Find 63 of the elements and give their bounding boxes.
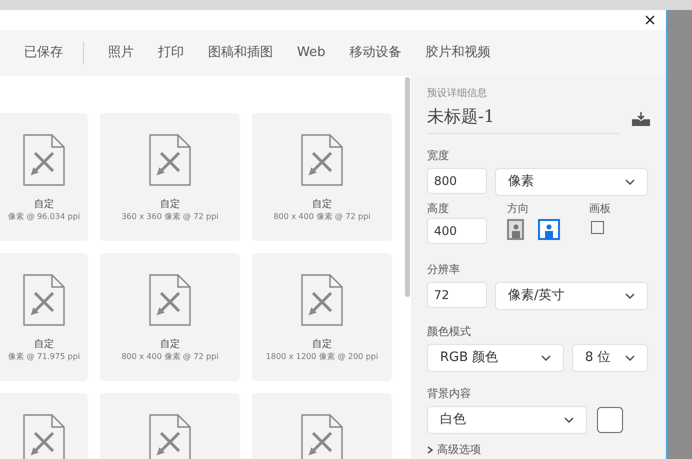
preset-size: 800 x 400 像素 @ 72 ppi <box>121 351 219 363</box>
close-icon <box>645 15 655 25</box>
preset-tab[interactable]: 图稿和插图 <box>196 30 285 76</box>
unit-dropdown[interactable]: 像素/英寸 <box>495 282 648 310</box>
select-value: 白色 <box>440 410 466 429</box>
select-value: RGB 颜色 <box>440 348 498 367</box>
portrait-button[interactable] <box>507 218 524 240</box>
preset-card[interactable]: 自定 像素 @ 96.034 ppi <box>0 113 88 241</box>
field-label: 高度 <box>427 202 450 216</box>
preset-tab[interactable]: 移动设备 <box>337 30 414 76</box>
height-input[interactable]: 400 <box>427 218 487 244</box>
chevron-down-icon <box>625 292 635 298</box>
landscape-button[interactable] <box>538 218 560 240</box>
field-label: 背景内容 <box>427 386 471 400</box>
bit-depth-dropdown[interactable]: 8 位 <box>572 344 648 372</box>
document-name-field[interactable]: 未标题-1 <box>427 105 619 134</box>
background-dropdown[interactable]: 白色 <box>427 406 587 434</box>
unit-dropdown[interactable]: 像素 <box>495 168 648 196</box>
preset-title: 自定 <box>312 198 332 211</box>
preset-card[interactable]: 自定 800 x 400 像素 @ 72 ppi <box>100 253 240 381</box>
color-swatch[interactable] <box>597 406 623 432</box>
preset-card[interactable]: 自定 像素 @ 71.975 ppi <box>0 253 88 381</box>
preset-title: 自定 <box>312 338 332 351</box>
preset-size: 360 x 360 像素 @ 72 ppi <box>121 211 219 223</box>
chevron-right-icon <box>427 446 433 454</box>
person-icon <box>545 224 553 238</box>
panel-heading: 预设详细信息 <box>427 86 488 101</box>
preset-card[interactable]: 自定 360 x 360 像素 @ 72 ppi <box>100 113 240 241</box>
select-value: 像素/英寸 <box>508 286 564 305</box>
resolution-input[interactable]: 72 <box>427 282 487 308</box>
preset-tab[interactable]: 打印 <box>146 30 196 76</box>
field-label: 方向 <box>507 202 530 216</box>
preset-size: 1800 x 1200 像素 @ 200 ppi <box>266 351 378 363</box>
artboard-checkbox[interactable] <box>591 220 604 234</box>
preset-title: 自定 <box>160 198 180 211</box>
field-label: 分辨率 <box>427 262 460 276</box>
preset-tab[interactable]: Web <box>285 30 338 76</box>
chevron-down-icon <box>564 416 574 422</box>
scrollbar-thumb[interactable] <box>404 77 410 297</box>
preset-card[interactable]: 自定 800 x 400 像素 @ 72 ppi <box>252 113 392 241</box>
field-label: 宽度 <box>427 148 449 162</box>
color-mode-dropdown[interactable]: RGB 颜色 <box>427 344 564 372</box>
chevron-down-icon <box>625 354 635 360</box>
preset-tab[interactable]: 照片 <box>96 30 146 76</box>
select-value: 像素 <box>508 172 534 191</box>
preset-size: 像素 @ 71.975 ppi <box>8 351 80 363</box>
advanced-options-toggle[interactable]: 高级选项 <box>427 442 650 458</box>
width-input[interactable]: 800 <box>427 168 487 194</box>
preset-size: 800 x 400 像素 @ 72 ppi <box>273 211 371 223</box>
preset-title: 自定 <box>34 198 54 211</box>
preset-tab[interactable]: 胶片和视频 <box>413 30 502 76</box>
preset-title: 自定 <box>34 338 54 351</box>
preset-size: 像素 @ 96.034 ppi <box>8 211 80 223</box>
person-icon <box>512 224 520 238</box>
select-value: 8 位 <box>585 348 610 367</box>
chevron-down-icon <box>625 178 635 184</box>
chevron-down-icon <box>541 354 551 360</box>
preset-title: 自定 <box>160 338 180 351</box>
field-label: 颜色模式 <box>427 324 471 338</box>
field-label: 画板 <box>589 202 611 216</box>
download-icon[interactable] <box>632 112 650 126</box>
preset-card[interactable]: 自定 1800 x 1200 像素 @ 200 ppi <box>252 253 392 381</box>
preset-tab[interactable]: 已保存 <box>24 30 83 76</box>
